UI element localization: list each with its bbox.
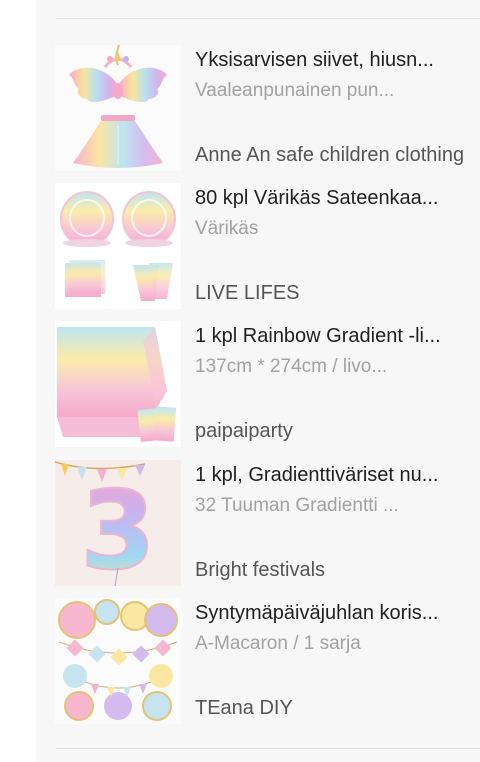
number-three-balloon-image: 3	[55, 460, 181, 586]
birthday-decoration-image	[55, 598, 181, 724]
product-variant: Vaaleanpunainen pun...	[195, 80, 395, 101]
rainbow-tablecloth-image	[55, 321, 181, 447]
store-name[interactable]: paipaiparty	[195, 420, 293, 443]
product-title[interactable]: 1 kpl Rainbow Gradient -li...	[195, 325, 480, 348]
rainbow-party-plates-image	[55, 183, 181, 309]
product-variant: Värikäs	[195, 218, 259, 239]
list-item[interactable]: Yksisarvisen siivet, hiusn... Vaaleanpun…	[55, 45, 480, 173]
product-thumbnail[interactable]	[55, 598, 181, 724]
product-list-panel: Yksisarvisen siivet, hiusn... Vaaleanpun…	[36, 0, 480, 762]
list-item[interactable]: 3 1 kpl, Gradienttiväriset nu... 32 Tuum…	[55, 460, 480, 588]
store-name[interactable]: Anne An safe children clothing	[195, 144, 464, 167]
product-variant: A-Macaron / 1 sarja	[195, 633, 361, 654]
list-top-divider	[56, 18, 480, 19]
product-title[interactable]: 80 kpl Värikäs Sateenkaa...	[195, 187, 480, 210]
store-name[interactable]: Bright festivals	[195, 559, 325, 582]
product-thumbnail[interactable]	[55, 321, 181, 447]
product-title[interactable]: Yksisarvisen siivet, hiusn...	[195, 49, 480, 72]
unicorn-wings-tutu-image	[55, 45, 181, 171]
page: Yksisarvisen siivet, hiusn... Vaaleanpun…	[0, 0, 480, 762]
product-title[interactable]: Syntymäpäiväjuhlan koris...	[195, 602, 480, 625]
product-variant: 32 Tuuman Gradientti ...	[195, 495, 399, 516]
list-bottom-divider	[56, 748, 480, 749]
product-thumbnail[interactable]: 3	[55, 460, 181, 586]
store-name[interactable]: LIVE LIFES	[195, 282, 300, 305]
product-thumbnail[interactable]	[55, 45, 181, 171]
product-title[interactable]: 1 kpl, Gradienttiväriset nu...	[195, 464, 480, 487]
list-item[interactable]: 1 kpl Rainbow Gradient -li... 137cm * 27…	[55, 321, 480, 449]
store-name[interactable]: TEana DIY	[195, 697, 293, 720]
list-item[interactable]: 80 kpl Värikäs Sateenkaa... Värikäs LIVE…	[55, 183, 480, 311]
list-item[interactable]: Syntymäpäiväjuhlan koris... A-Macaron / …	[55, 598, 480, 726]
product-thumbnail[interactable]	[55, 183, 181, 309]
product-variant: 137cm * 274cm / livo...	[195, 356, 388, 377]
